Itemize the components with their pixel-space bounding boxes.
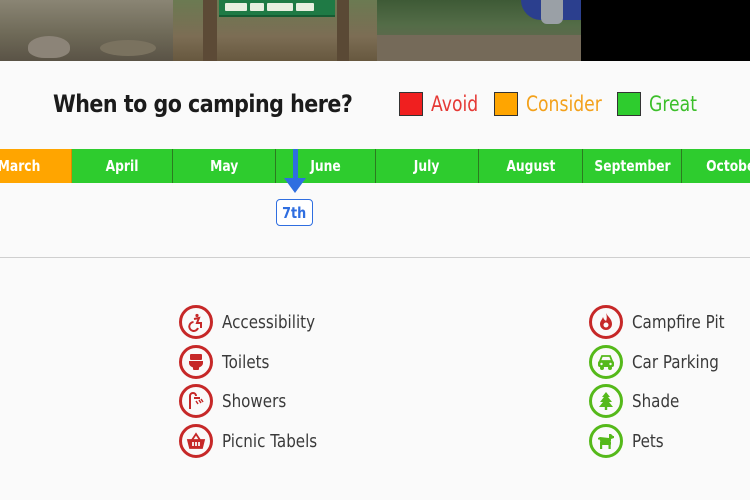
month-label: July [414, 157, 440, 175]
month-label: May [209, 157, 239, 175]
month-timeline: March April May June July August Septemb… [0, 149, 750, 183]
legend-avoid: Avoid [399, 89, 489, 119]
legend-swatch-great [617, 92, 641, 116]
month-cell-september[interactable]: September [583, 149, 682, 183]
amenity-label: Picnic Tabels [222, 430, 318, 452]
page-title: When to go camping here? [53, 90, 353, 118]
month-label: April [105, 157, 139, 175]
photo-rock [100, 40, 156, 56]
amenity-accessibility: Accessibility [179, 305, 333, 339]
amenity-picnic-tables: Picnic Tabels [179, 424, 335, 458]
legend-swatch-avoid [399, 92, 423, 116]
photo-person [541, 0, 563, 24]
amenity-pets: Pets [589, 424, 670, 458]
photo-sign-post [337, 0, 349, 61]
legend-label-avoid: Avoid [431, 92, 479, 116]
amenity-label: Toilets [222, 351, 270, 373]
amenity-label: Shade [632, 390, 680, 412]
month-cell-july[interactable]: July [376, 149, 479, 183]
photo-ground [377, 35, 581, 61]
photo-thumbnail[interactable] [377, 0, 581, 61]
accessibility-icon [179, 305, 213, 339]
section-divider [0, 257, 750, 258]
month-label: March [0, 157, 41, 175]
photo-sign-lettering [225, 3, 329, 13]
photo-thumbnail[interactable] [173, 0, 377, 61]
month-cell-march[interactable]: March [0, 149, 72, 183]
fire-icon [589, 305, 623, 339]
amenity-campfire-pit: Campfire Pit [589, 305, 742, 339]
today-marker-badge: 7th [276, 199, 313, 226]
legend-label-great: Great [649, 92, 697, 116]
legend-consider: Consider [494, 89, 618, 119]
camping-season-header: When to go camping here? Avoid Consider … [0, 86, 750, 124]
toilet-icon [179, 345, 213, 379]
month-label: August [505, 157, 556, 175]
amenity-label: Car Parking [632, 351, 719, 373]
today-marker-arrow-icon [284, 178, 306, 193]
month-label: June [310, 157, 341, 175]
photo-gallery [0, 0, 750, 61]
dog-icon [589, 424, 623, 458]
amenity-shade: Shade [589, 384, 688, 418]
photo-rock [28, 36, 70, 58]
legend-label-consider: Consider [526, 92, 602, 116]
month-label: October [705, 157, 750, 175]
month-cell-april[interactable]: April [72, 149, 173, 183]
today-marker-label: 7th [282, 203, 307, 222]
month-cell-august[interactable]: August [479, 149, 583, 183]
picnic-basket-icon [179, 424, 213, 458]
car-icon [589, 345, 623, 379]
amenity-label: Pets [632, 430, 664, 452]
shower-icon [179, 384, 213, 418]
photo-thumbnail[interactable] [581, 0, 750, 61]
month-cell-october[interactable]: October [682, 149, 750, 183]
amenity-toilets: Toilets [179, 345, 278, 379]
amenity-showers: Showers [179, 384, 298, 418]
legend-swatch-consider [494, 92, 518, 116]
legend-great: Great [617, 89, 707, 119]
today-marker-line [293, 149, 298, 181]
amenity-label: Showers [222, 390, 287, 412]
photo-thumbnail[interactable] [0, 0, 173, 61]
tree-icon [589, 384, 623, 418]
amenity-car-parking: Car Parking [589, 345, 735, 379]
month-label: September [593, 157, 671, 175]
photo-sign-post [203, 0, 217, 61]
amenity-label: Accessibility [222, 311, 316, 333]
amenity-label: Campfire Pit [632, 311, 725, 333]
month-cell-may[interactable]: May [173, 149, 276, 183]
